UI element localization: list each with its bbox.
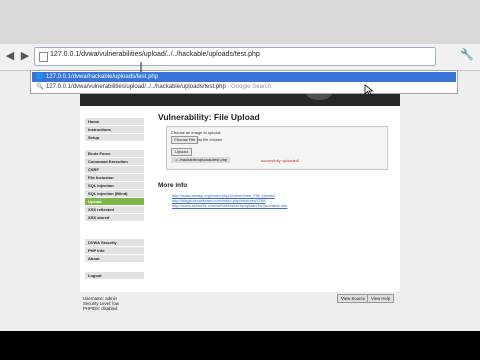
- omnibox-suggestions: 🌐 127.0.0.1/dvwa/hackable/uploads/test.ph…: [30, 70, 458, 94]
- page-title: Vulnerability: File Upload: [158, 112, 260, 122]
- search-icon: 🔍: [36, 84, 44, 90]
- back-icon[interactable]: ◀: [4, 50, 16, 62]
- page-icon: [39, 52, 48, 62]
- sidebar-item-sql-injection[interactable]: SQL Injection: [85, 182, 144, 189]
- sidebar-item-xss-reflected[interactable]: XSS reflected: [85, 206, 144, 213]
- sidebar-item-setup[interactable]: Setup: [85, 134, 144, 141]
- sidebar-item-upload[interactable]: Upload: [85, 198, 144, 205]
- sidebar-group: Brute Force Command Execution CSRF File Inc…: [85, 150, 144, 222]
- session-info: Username: admin Security Level: low PHPI…: [83, 296, 119, 312]
- upload-success-message: succesfully uploaded!: [261, 158, 300, 163]
- more-info-links: http://www.owasp.org/index.php/Unrestric…: [172, 193, 287, 208]
- forward-icon[interactable]: ▶: [19, 50, 31, 62]
- upload-form: Choose an image to upload: Choose File N…: [166, 126, 388, 170]
- browser-toolbar: ◀ ▶ 127.0.0.1/dvwa/vulnerabilities/uploa…: [0, 44, 480, 71]
- sidebar-item-file-inclusion[interactable]: File Inclusion: [85, 174, 144, 181]
- mouse-pointer-icon: [364, 84, 374, 96]
- upload-result-path: ../../hackable/uploads/test.php: [171, 157, 231, 163]
- dvwa-page: DVWA HomeInstructionsSetupBrute ForceCom…: [80, 70, 400, 331]
- text-cursor-icon: [140, 62, 142, 72]
- suggestion-item-search[interactable]: 🔍 127.0.0.1/dvwa/vulnerabilities/upload/.…: [32, 82, 456, 92]
- globe-icon: 🌐: [36, 74, 44, 80]
- sidebar-group: DVWA Security PHP Info About: [85, 239, 144, 263]
- sidebar-group: Home Instructions Setup: [85, 118, 144, 142]
- main-content: Vulnerability: File Upload Choose an ima…: [158, 112, 394, 208]
- sidebar-item-about[interactable]: About: [85, 255, 144, 262]
- more-info-heading: More info: [158, 182, 188, 189]
- no-file-text: No file chosen: [197, 137, 223, 142]
- view-help-button[interactable]: View Help: [367, 294, 395, 303]
- sidebar-item-sql-injection-blind[interactable]: SQL Injection (Blind): [85, 190, 144, 197]
- wrench-menu-icon[interactable]: 🔧: [460, 49, 474, 61]
- address-bar[interactable]: 127.0.0.1/dvwa/vulnerabilities/upload/..…: [34, 47, 436, 66]
- sidebar-item-dvwa-security[interactable]: DVWA Security: [85, 239, 144, 246]
- suggestion-item-url[interactable]: 🌐 127.0.0.1/dvwa/hackable/uploads/test.ph…: [32, 72, 456, 82]
- view-source-button[interactable]: View Source: [337, 294, 370, 303]
- sidebar-item-php-info[interactable]: PHP Info: [85, 247, 144, 254]
- address-text[interactable]: 127.0.0.1/dvwa/vulnerabilities/upload/..…: [50, 51, 260, 58]
- upload-label: Choose an image to upload:: [171, 130, 222, 135]
- footer: Username: admin Security Level: low PHPI…: [80, 292, 400, 331]
- choose-file-button[interactable]: Choose File: [171, 136, 199, 144]
- suggestion-hint: - Google Search: [225, 84, 272, 90]
- sidebar-item-brute-force[interactable]: Brute Force: [85, 150, 144, 157]
- suggestion-text: 127.0.0.1/dvwa/vulnerabilities/upload/..…: [46, 84, 226, 90]
- tab-strip: [0, 0, 480, 44]
- phpids-line: PHPIDS: disabled: [83, 306, 118, 312]
- upload-button[interactable]: Upload: [171, 148, 192, 156]
- sidebar-item-instructions[interactable]: Instructions: [85, 126, 144, 133]
- sidebar-item-home[interactable]: Home: [85, 118, 144, 125]
- sidebar-group: Logout: [85, 272, 144, 280]
- sidebar-item-command-execution[interactable]: Command Execution: [85, 158, 144, 165]
- browser-window: ◀ ▶ 127.0.0.1/dvwa/vulnerabilities/uploa…: [0, 0, 480, 331]
- suggestion-text: 127.0.0.1/dvwa/hackable/uploads/test.php: [46, 74, 159, 80]
- more-info-link[interactable]: http://www.acunetix.com/websitesecurity/…: [172, 203, 287, 208]
- sidebar-item-logout[interactable]: Logout: [85, 272, 144, 279]
- sidebar-item-csrf[interactable]: CSRF: [85, 166, 144, 173]
- sidebar-item-xss-stored[interactable]: XSS stored: [85, 214, 144, 221]
